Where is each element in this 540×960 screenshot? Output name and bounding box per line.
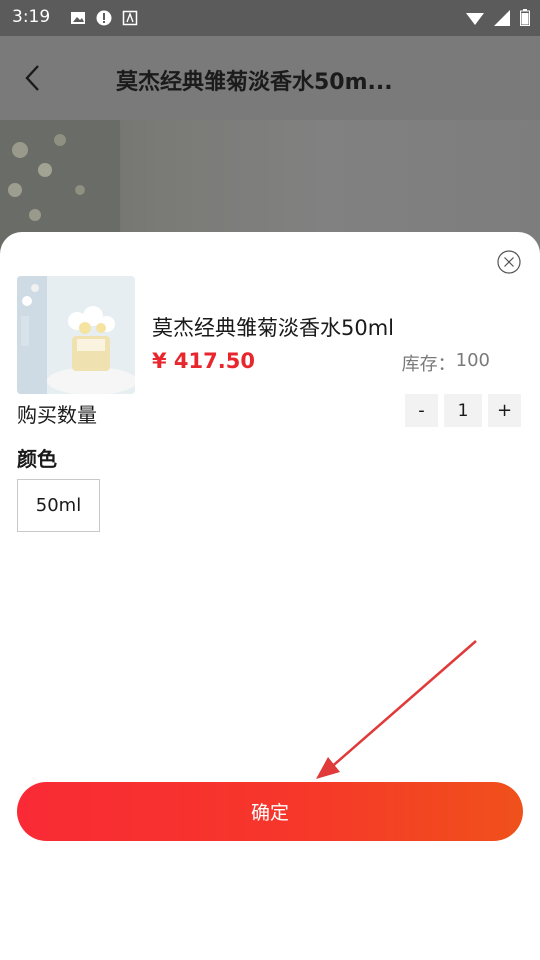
status-time: 3:19	[12, 7, 51, 27]
stock-value: 100	[455, 350, 490, 371]
battery-icon	[520, 9, 530, 26]
decrease-quantity-button[interactable]: -	[405, 394, 438, 427]
increase-quantity-button[interactable]: +	[488, 394, 521, 427]
image-icon	[71, 12, 85, 24]
option-chip-50ml[interactable]: 50ml	[17, 479, 100, 532]
app-header: 莫杰经典雏菊淡香水50m...	[0, 36, 540, 120]
wifi-icon	[466, 12, 484, 25]
quantity-value[interactable]: 1	[444, 394, 482, 427]
perfume-bottle-image	[17, 276, 135, 394]
app-icon	[122, 10, 138, 26]
product-price: ¥ 417.50	[152, 349, 255, 373]
back-button[interactable]	[14, 60, 50, 96]
sku-selector-sheet: 莫杰经典雏菊淡香水50ml ¥ 417.50 库存： 100 购买数量 - 1 …	[0, 232, 540, 960]
option-group-label: 颜色	[17, 447, 57, 471]
alert-icon	[96, 10, 112, 26]
page-title: 莫杰经典雏菊淡香水50m...	[116, 70, 393, 95]
stock-info: 库存： 100	[402, 350, 490, 376]
chevron-left-icon	[25, 65, 39, 91]
signal-icon	[494, 9, 510, 26]
confirm-button[interactable]: 确定	[17, 782, 523, 841]
system-icons	[466, 9, 530, 26]
notification-icons	[70, 10, 138, 26]
quantity-stepper: - 1 +	[405, 394, 521, 427]
stock-label: 库存：	[401, 354, 456, 375]
status-bar: 3:19	[0, 0, 540, 36]
close-circle-icon	[497, 250, 521, 274]
product-name: 莫杰经典雏菊淡香水50ml	[152, 316, 395, 340]
product-thumbnail	[17, 276, 135, 394]
close-button[interactable]	[497, 250, 521, 274]
quantity-label: 购买数量	[17, 403, 97, 427]
